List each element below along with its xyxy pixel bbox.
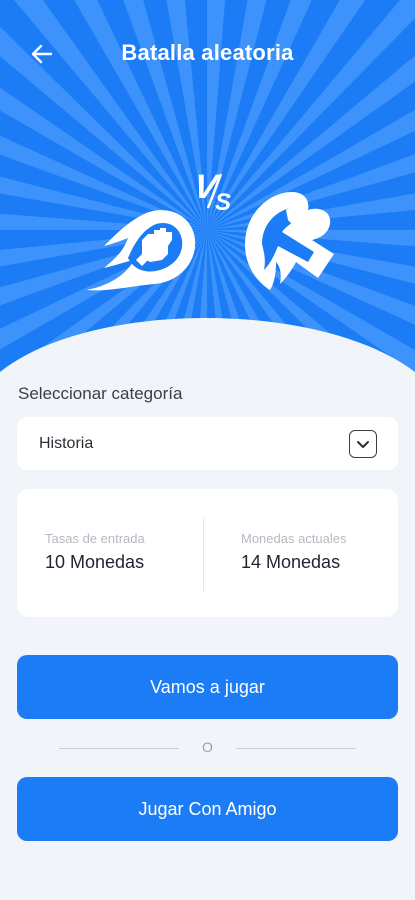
entry-fee-block: Tasas de entrada 10 Monedas [45,531,225,573]
category-dropdown-toggle[interactable] [349,430,377,458]
or-line-right [236,748,356,749]
play-with-friend-button[interactable]: Jugar Con Amigo [17,777,398,841]
category-label: Seleccionar categoría [18,384,183,403]
svg-text:S: S [215,189,231,216]
entry-fee-label: Tasas de entrada [45,531,145,546]
top-bar: Batalla aleatoria [0,0,415,108]
play-button[interactable]: Vamos a jugar [17,655,398,719]
or-separator: O [0,738,415,758]
info-divider [203,517,204,591]
hand-flame-icon [244,192,334,290]
chevron-down-icon [357,441,369,448]
current-coins-value: 14 Monedas [241,552,341,572]
page-title: Batalla aleatoria [121,40,294,65]
current-coins-label: Monedas actuales [241,531,347,546]
category-select[interactable]: Historia [17,417,398,470]
or-text: O [202,739,213,755]
fist-fireball-icon [86,210,196,291]
current-coins-block: Monedas actuales 14 Monedas [241,531,415,573]
entry-fee-value: 10 Monedas [45,552,145,572]
category-selected-value: Historia [39,435,94,452]
coins-info-card: Tasas de entrada 10 Monedas Monedas actu… [17,489,398,617]
